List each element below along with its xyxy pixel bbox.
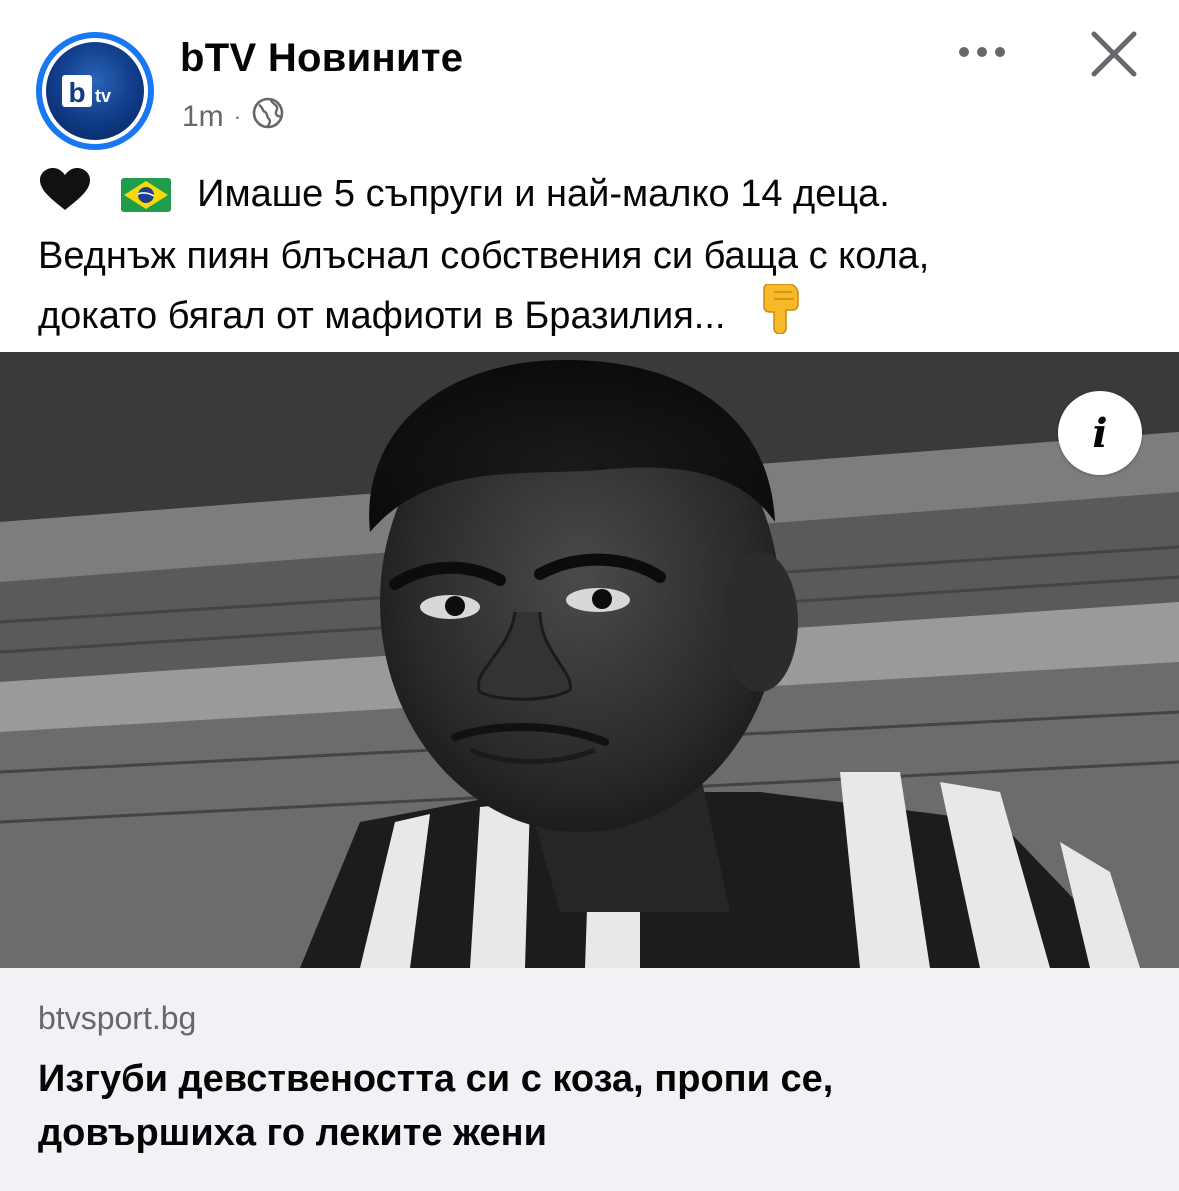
page-avatar[interactable]: b tv	[36, 32, 154, 150]
brazil-flag-icon	[120, 172, 171, 228]
link-headline-line-2: довършиха го леките жени	[38, 1112, 547, 1154]
caption-line-1: Имаше 5 съпруги и най-малко 14 деца.	[38, 166, 1158, 228]
more-horizontal-icon	[959, 47, 1005, 57]
svg-text:tv: tv	[95, 86, 111, 106]
post-image[interactable]	[0, 352, 1179, 968]
avatar-ring: b tv	[42, 38, 148, 144]
more-options-button[interactable]	[950, 28, 1014, 76]
caption-text-1: Имаше 5 съпруги и най-малко 14 деца.	[197, 173, 890, 215]
globe-icon	[251, 96, 285, 138]
post-meta: 1m ·	[182, 96, 285, 138]
page-name[interactable]: bTV Новините	[180, 36, 463, 81]
svg-text:b: b	[68, 77, 85, 108]
info-icon: i	[1092, 409, 1108, 457]
ad-info-button[interactable]: i	[1058, 391, 1142, 475]
link-headline[interactable]: Изгуби девствеността си с коза, пропи се…	[38, 1052, 1138, 1160]
post-caption: Имаше 5 съпруги и най-малко 14 деца. Вед…	[38, 166, 1158, 350]
meta-separator: ·	[233, 104, 242, 129]
caption-text-3: докато бягал от мафиоти в Бразилия...	[38, 295, 726, 337]
black-heart-icon	[38, 168, 92, 228]
btv-logo: b tv	[46, 42, 144, 140]
post-time[interactable]: 1m	[182, 100, 224, 134]
close-button[interactable]	[1082, 22, 1146, 86]
link-domain[interactable]: btvsport.bg	[38, 1000, 196, 1037]
pointing-down-icon	[758, 283, 802, 350]
close-icon	[1091, 31, 1137, 77]
portrait-photo	[0, 352, 1179, 968]
link-headline-line-1: Изгуби девствеността си с коза, пропи се…	[38, 1058, 834, 1100]
caption-line-2: Веднъж пиян блъснал собствения си баща с…	[38, 235, 930, 277]
caption-line-3: докато бягал от мафиоти в Бразилия...	[38, 283, 1158, 350]
